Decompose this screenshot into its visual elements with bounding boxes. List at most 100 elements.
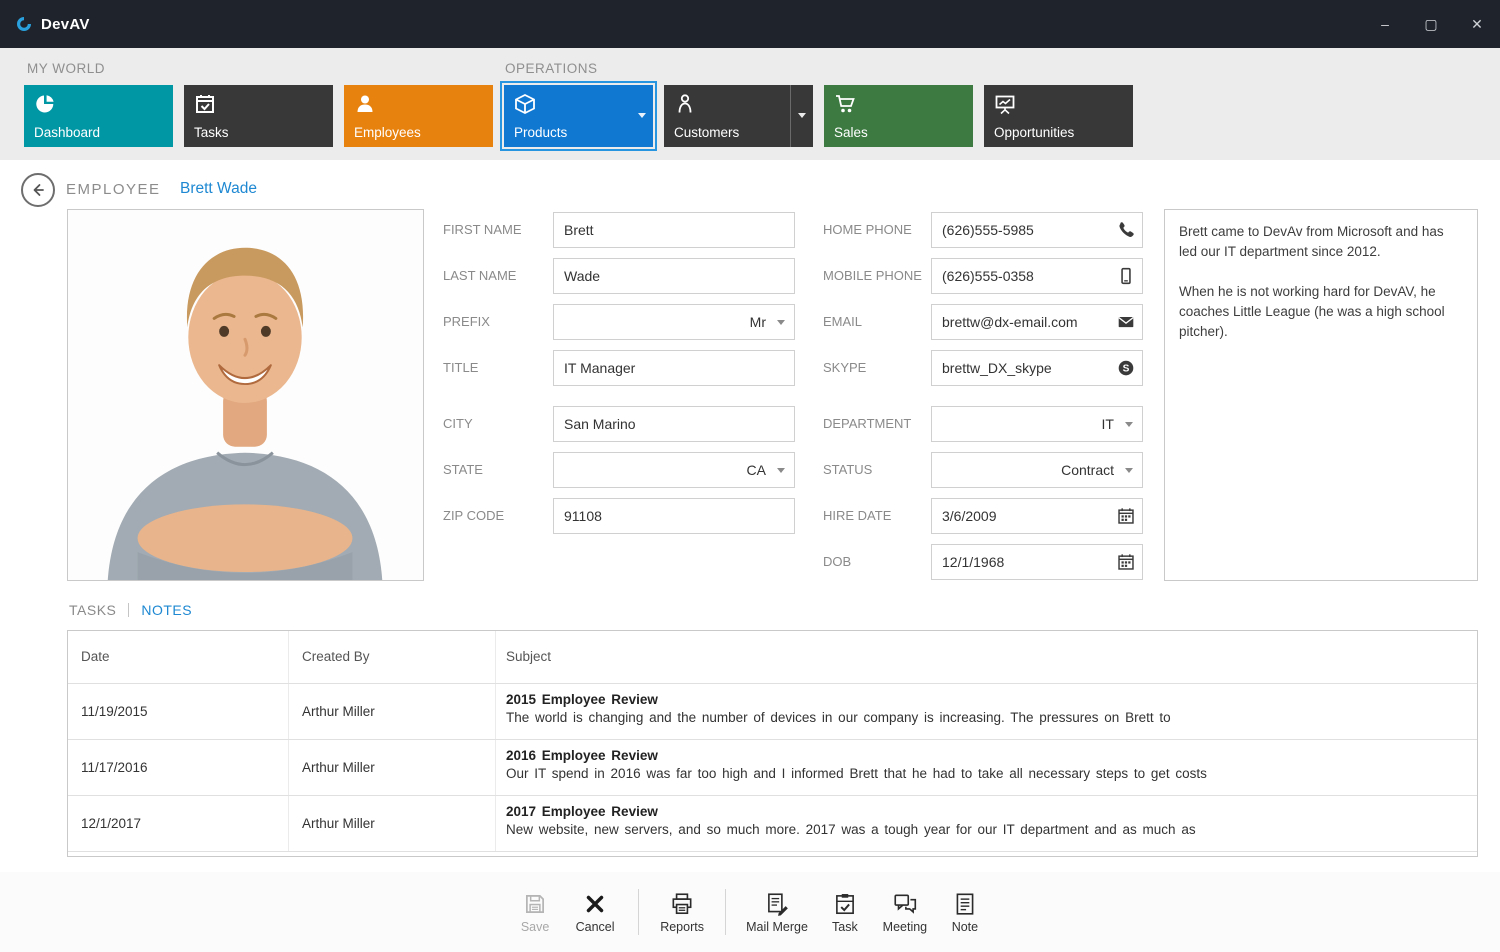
field-label: STATUS [823, 452, 872, 488]
task-button[interactable]: Task [822, 891, 868, 934]
back-arrow-icon [30, 182, 46, 198]
field-prefix: PREFIX Mr [443, 304, 795, 340]
table-header-row: Date Created By Subject [68, 631, 1477, 684]
minimize-button[interactable]: – [1362, 0, 1408, 48]
close-button[interactable]: ✕ [1454, 0, 1500, 48]
field-state: STATE CA [443, 452, 795, 488]
toolbar-separator [725, 889, 726, 935]
field-value: (626)555-0358 [942, 259, 1034, 293]
employee-notes-panel[interactable]: Brett came to DevAv from Microsoft and h… [1164, 209, 1478, 581]
column-header-date[interactable]: Date [68, 631, 289, 683]
zip-code-input[interactable]: 91108 [553, 498, 795, 534]
field-label: PREFIX [443, 304, 490, 340]
table-row[interactable]: 12/1/2017 Arthur Miller 2017 Employee Re… [68, 796, 1477, 852]
tile-products[interactable]: Products [504, 85, 653, 147]
toolbar-label: Save [521, 920, 550, 934]
svg-text:S: S [1123, 364, 1130, 375]
subject-text: New website, new servers, and so much mo… [506, 822, 1477, 837]
field-value: Contract [1061, 453, 1114, 487]
field-label: HIRE DATE [823, 498, 891, 534]
city-input[interactable]: San Marino [553, 406, 795, 442]
field-value: (626)555-5985 [942, 213, 1034, 247]
save-button[interactable]: Save [512, 891, 558, 934]
field-hire-date: HIRE DATE 3/6/2009 [823, 498, 1143, 534]
field-first-name: FIRST NAME Brett [443, 212, 795, 248]
first-name-input[interactable]: Brett [553, 212, 795, 248]
column-header-created-by[interactable]: Created By [289, 631, 496, 683]
tile-sales[interactable]: Sales [824, 85, 973, 147]
group-label-my-world: MY WORLD [27, 61, 105, 76]
customers-icon [674, 93, 696, 115]
mail-merge-button[interactable]: Mail Merge [746, 891, 808, 934]
devav-app-window: DevAV – ▢ ✕ MY WORLD OPERATIONS Dashboar… [0, 0, 1500, 952]
toolbar-label: Cancel [576, 920, 615, 934]
chevron-down-icon [777, 468, 785, 473]
reports-button[interactable]: Reports [659, 891, 705, 934]
skype-icon: S [1117, 359, 1135, 377]
title-input[interactable]: IT Manager [553, 350, 795, 386]
note-icon [952, 891, 978, 917]
maximize-button[interactable]: ▢ [1408, 0, 1454, 48]
chevron-down-icon[interactable] [638, 113, 646, 118]
toolbar-separator [638, 889, 639, 935]
table-row[interactable]: 11/17/2016 Arthur Miller 2016 Employee R… [68, 740, 1477, 796]
last-name-input[interactable]: Wade [553, 258, 795, 294]
field-value: IT [1102, 407, 1114, 441]
mobile-phone-input[interactable]: (626)555-0358 [931, 258, 1143, 294]
notes-paragraph: Brett came to DevAv from Microsoft and h… [1179, 222, 1463, 262]
field-value: brettw@dx-email.com [942, 305, 1078, 339]
tile-opportunities[interactable]: Opportunities [984, 85, 1133, 147]
field-home-phone: HOME PHONE (626)555-5985 [823, 212, 1143, 248]
field-label: DEPARTMENT [823, 406, 911, 442]
field-label: CITY [443, 406, 473, 442]
page-title-section: EMPLOYEE [66, 181, 161, 198]
field-label: STATE [443, 452, 483, 488]
state-dropdown[interactable]: CA [553, 452, 795, 488]
tile-label: Customers [674, 125, 739, 140]
skype-input[interactable]: brettw_DX_skype S [931, 350, 1143, 386]
column-header-subject[interactable]: Subject [496, 631, 1477, 683]
meeting-icon [892, 891, 918, 917]
field-label: FIRST NAME [443, 212, 522, 248]
tab-notes[interactable]: NOTES [141, 602, 192, 618]
tab-tasks[interactable]: TASKS [69, 602, 116, 618]
email-input[interactable]: brettw@dx-email.com [931, 304, 1143, 340]
home-phone-input[interactable]: (626)555-5985 [931, 212, 1143, 248]
field-email: EMAIL brettw@dx-email.com [823, 304, 1143, 340]
field-value: San Marino [564, 407, 636, 441]
toolbar-label: Reports [660, 920, 704, 934]
meeting-button[interactable]: Meeting [882, 891, 928, 934]
cell-subject: 2017 Employee Review New website, new se… [496, 796, 1477, 851]
calendar-icon [1117, 553, 1135, 571]
cell-created-by: Arthur Miller [289, 740, 496, 795]
table-row[interactable]: 11/19/2015 Arthur Miller 2015 Employee R… [68, 684, 1477, 740]
back-button[interactable] [21, 173, 55, 207]
tile-tasks[interactable]: Tasks [184, 85, 333, 147]
hire-date-input[interactable]: 3/6/2009 [931, 498, 1143, 534]
status-dropdown[interactable]: Contract [931, 452, 1143, 488]
field-value: IT Manager [564, 351, 635, 385]
note-button[interactable]: Note [942, 891, 988, 934]
tasks-icon [194, 93, 216, 115]
field-mobile-phone: MOBILE PHONE (626)555-0358 [823, 258, 1143, 294]
phone-icon [1117, 221, 1135, 239]
tile-dropdown-section[interactable] [790, 85, 813, 147]
tile-employees[interactable]: Employees [344, 85, 493, 147]
field-label: EMAIL [823, 304, 862, 340]
cancel-icon [582, 891, 608, 917]
envelope-icon [1117, 313, 1135, 331]
prefix-dropdown[interactable]: Mr [553, 304, 795, 340]
field-label: HOME PHONE [823, 212, 912, 248]
cancel-button[interactable]: Cancel [572, 891, 618, 934]
field-skype: SKYPE brettw_DX_skype S [823, 350, 1143, 386]
toolbar-label: Note [952, 920, 978, 934]
group-label-operations: OPERATIONS [505, 61, 598, 76]
tile-customers[interactable]: Customers [664, 85, 813, 147]
tile-dashboard[interactable]: Dashboard [24, 85, 173, 147]
task-icon [832, 891, 858, 917]
dob-input[interactable]: 12/1/1968 [931, 544, 1143, 580]
subject-title: 2016 Employee Review [506, 748, 1477, 763]
field-label: DOB [823, 544, 851, 580]
department-dropdown[interactable]: IT [931, 406, 1143, 442]
toolbar-label: Task [832, 920, 858, 934]
